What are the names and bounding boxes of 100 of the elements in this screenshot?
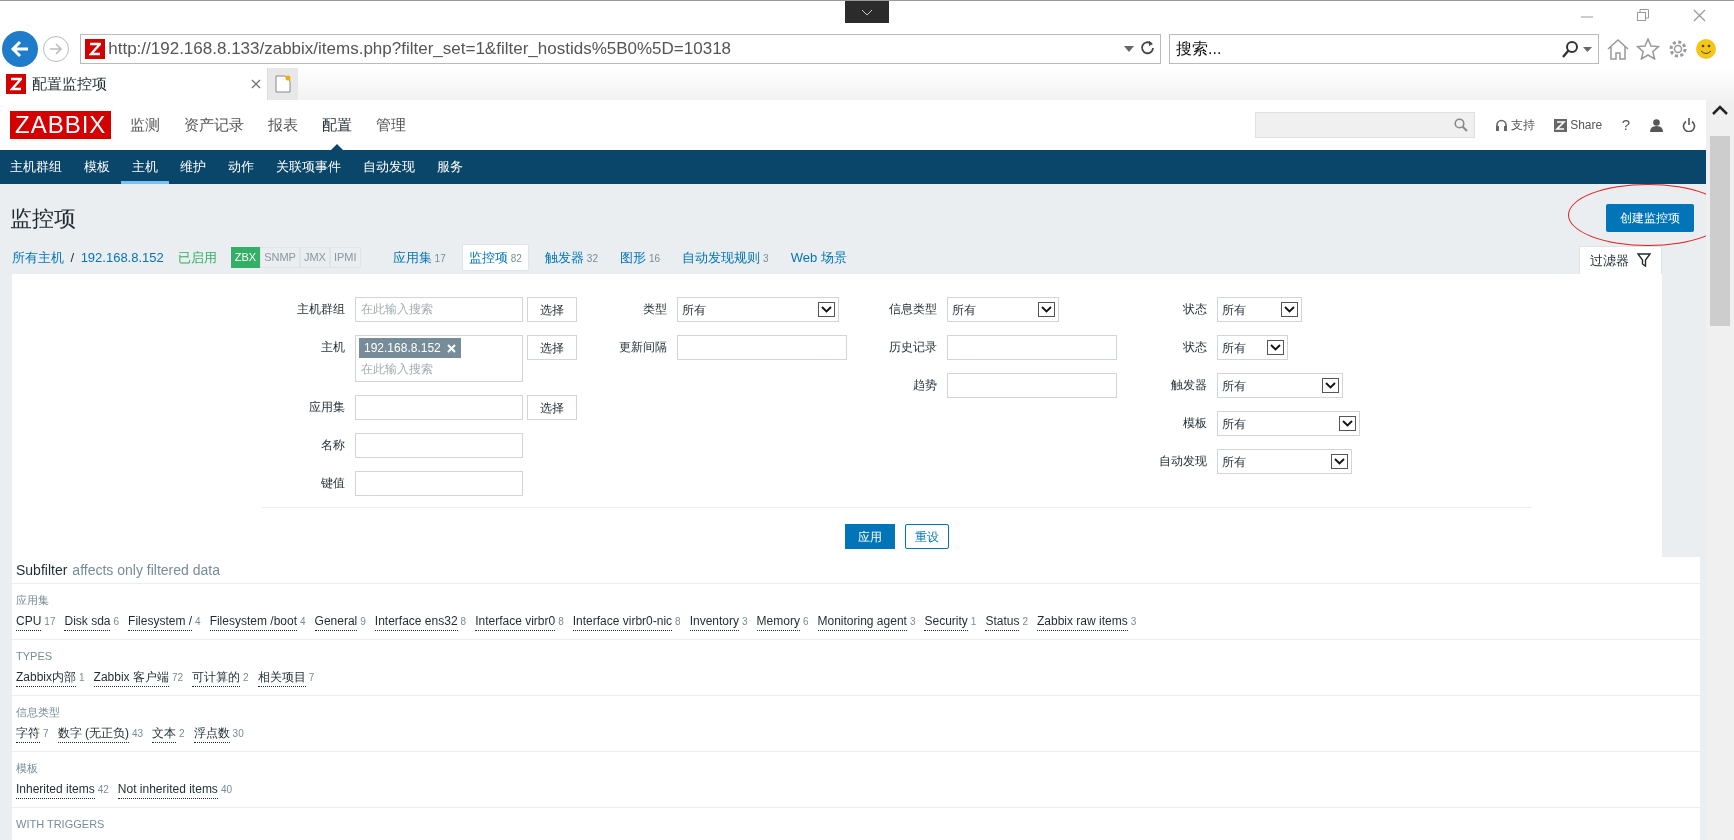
item-count: 8 (558, 614, 564, 629)
home-icon[interactable] (1605, 38, 1630, 60)
share-logo-icon[interactable] (1554, 118, 1568, 132)
back-button[interactable] (2, 31, 38, 67)
submenu-item[interactable]: 主机 (121, 150, 169, 184)
power-icon[interactable] (1682, 118, 1696, 132)
scroll-up-icon[interactable] (1711, 104, 1729, 116)
restore-icon[interactable] (1637, 9, 1649, 21)
help-link[interactable]: ? (1621, 113, 1630, 137)
subfilter-link[interactable]: 相关项目 (257, 667, 306, 687)
tab-link[interactable]: 应用集 17 (386, 244, 452, 270)
tab-link[interactable]: 监控项 82 (461, 243, 529, 271)
smiley-icon[interactable] (1695, 38, 1717, 60)
subfilter-link[interactable]: Inventory (689, 611, 740, 631)
dropdown-icon[interactable] (1123, 46, 1134, 52)
filter-tab[interactable]: 过滤器 (1579, 245, 1662, 274)
search-icon[interactable] (1561, 40, 1580, 58)
subfilter-link[interactable]: Memory (756, 611, 800, 631)
input-field[interactable] (355, 433, 523, 458)
menu-item[interactable]: 报表 (255, 100, 310, 150)
tab-link[interactable]: 触发器 32 (538, 244, 604, 270)
user-icon[interactable] (1649, 118, 1663, 132)
group-heading: TYPES (16, 649, 54, 664)
subfilter-link[interactable]: Zabbix raw items (1036, 611, 1128, 631)
submenu-item[interactable]: 维护 (169, 150, 217, 184)
input-field[interactable] (947, 335, 1117, 360)
create-item-button[interactable]: 创建监控项 (1606, 204, 1694, 232)
browser-tab[interactable]: 配置监控项 (0, 68, 268, 100)
support-link[interactable]: 支持 (1510, 116, 1535, 134)
breadcrumb-link[interactable]: 所有主机 (12, 247, 64, 267)
subfilter-link[interactable]: 浮点数 (193, 723, 230, 743)
share-link[interactable]: Share (1570, 116, 1603, 134)
menu-item[interactable]: 资产记录 (171, 100, 256, 150)
page-icon (275, 75, 291, 93)
submenu-item[interactable]: 关联项事件 (265, 150, 352, 184)
subfilter-link[interactable]: Disk sda (64, 611, 111, 631)
remove-icon[interactable] (446, 343, 456, 353)
dropdown-icon[interactable] (1583, 46, 1592, 52)
select-field[interactable]: 所有 (947, 297, 1059, 322)
field-label: 名称 (320, 437, 346, 454)
search-field[interactable] (1255, 112, 1476, 138)
subfilter-link[interactable]: CPU (16, 611, 42, 631)
subfilter-link[interactable]: 数字 (无正负) (57, 723, 129, 743)
subfilter-link[interactable]: Filesystem / (128, 611, 193, 631)
select-field[interactable]: 所有 (1217, 297, 1302, 322)
field-label: 类型 (642, 301, 668, 318)
new-tab-button[interactable] (268, 68, 298, 100)
subfilter-link[interactable]: Not inherited items (117, 779, 218, 799)
subfilter-link[interactable]: Interface virbr0 (475, 611, 556, 631)
submenu-item[interactable]: 模板 (73, 150, 121, 184)
headset-icon[interactable] (1494, 118, 1508, 132)
subfilter-link[interactable]: Zabbix内部 (16, 667, 77, 687)
tab-link[interactable]: 自动发现规则 3 (676, 244, 775, 270)
menu-item[interactable]: 管理 (363, 100, 418, 150)
subfilter-link[interactable]: 文本 (152, 723, 176, 743)
submenu-item[interactable]: 自动发现 (352, 150, 426, 184)
close-icon[interactable] (251, 79, 261, 89)
menu-item[interactable]: 监测 (117, 100, 172, 150)
select-field[interactable]: 所有 (1217, 411, 1360, 436)
select-field[interactable]: 所有 (1217, 335, 1288, 360)
scrollbar-thumb[interactable] (1710, 136, 1730, 326)
star-icon[interactable] (1636, 38, 1660, 60)
tab-link[interactable]: 图形 16 (613, 244, 667, 270)
scrollbar[interactable] (1706, 100, 1734, 840)
item-count: 42 (97, 782, 109, 797)
subfilter-link[interactable]: Interface virbr0-nic (572, 611, 673, 631)
breadcrumb-link[interactable]: 192.168.8.152 (80, 247, 164, 267)
submenu-item[interactable]: 服务 (426, 150, 474, 184)
tab-link[interactable]: Web 场景 (784, 244, 853, 270)
subfilter-link[interactable]: General (314, 611, 358, 631)
item-count: 9 (360, 614, 366, 629)
apply-button[interactable]: 应用 (845, 524, 895, 549)
field-label: 趋势 (912, 377, 938, 394)
subfilter-link[interactable]: Interface ens32 (374, 611, 458, 631)
subfilter-link[interactable]: Zabbix 客户端 (93, 667, 169, 687)
select-field[interactable]: 所有 (1217, 373, 1343, 398)
submenu-item[interactable]: 动作 (217, 150, 265, 184)
subfilter-link[interactable]: 字符 (16, 723, 40, 743)
select-button[interactable]: 选择 (527, 335, 577, 360)
filter-icon[interactable] (1637, 253, 1651, 268)
select-button[interactable]: 选择 (527, 395, 577, 420)
close-icon[interactable] (1693, 9, 1706, 22)
reset-button[interactable]: 重设 (905, 524, 949, 549)
zabbix-logo[interactable]: ZABBIX (10, 111, 112, 139)
search-field[interactable]: 搜索... (1169, 34, 1599, 64)
select-field[interactable]: 所有 (677, 297, 839, 322)
subfilter-link[interactable]: Security (924, 611, 968, 631)
submenu-item[interactable]: 主机群组 (10, 150, 73, 184)
subfilter-link[interactable]: 可计算的 (192, 667, 241, 687)
address-bar[interactable]: http://192.168.8.133/zabbix/items.php?filter_set=1&filter_hostids%5B0%5D=10318 (80, 34, 1161, 64)
subfilter-link[interactable]: Filesystem /boot (209, 611, 297, 631)
select-button[interactable]: 选择 (527, 297, 577, 322)
input-field[interactable] (677, 335, 847, 360)
subfilter-link[interactable]: Inherited items (16, 779, 95, 799)
select-field[interactable]: 所有 (1217, 449, 1352, 474)
input-field[interactable] (947, 373, 1117, 398)
subfilter-link[interactable]: Monitoring agent (817, 611, 907, 631)
input-field[interactable] (355, 395, 523, 420)
subfilter-link[interactable]: Status (985, 611, 1020, 631)
input-field[interactable] (355, 471, 523, 496)
